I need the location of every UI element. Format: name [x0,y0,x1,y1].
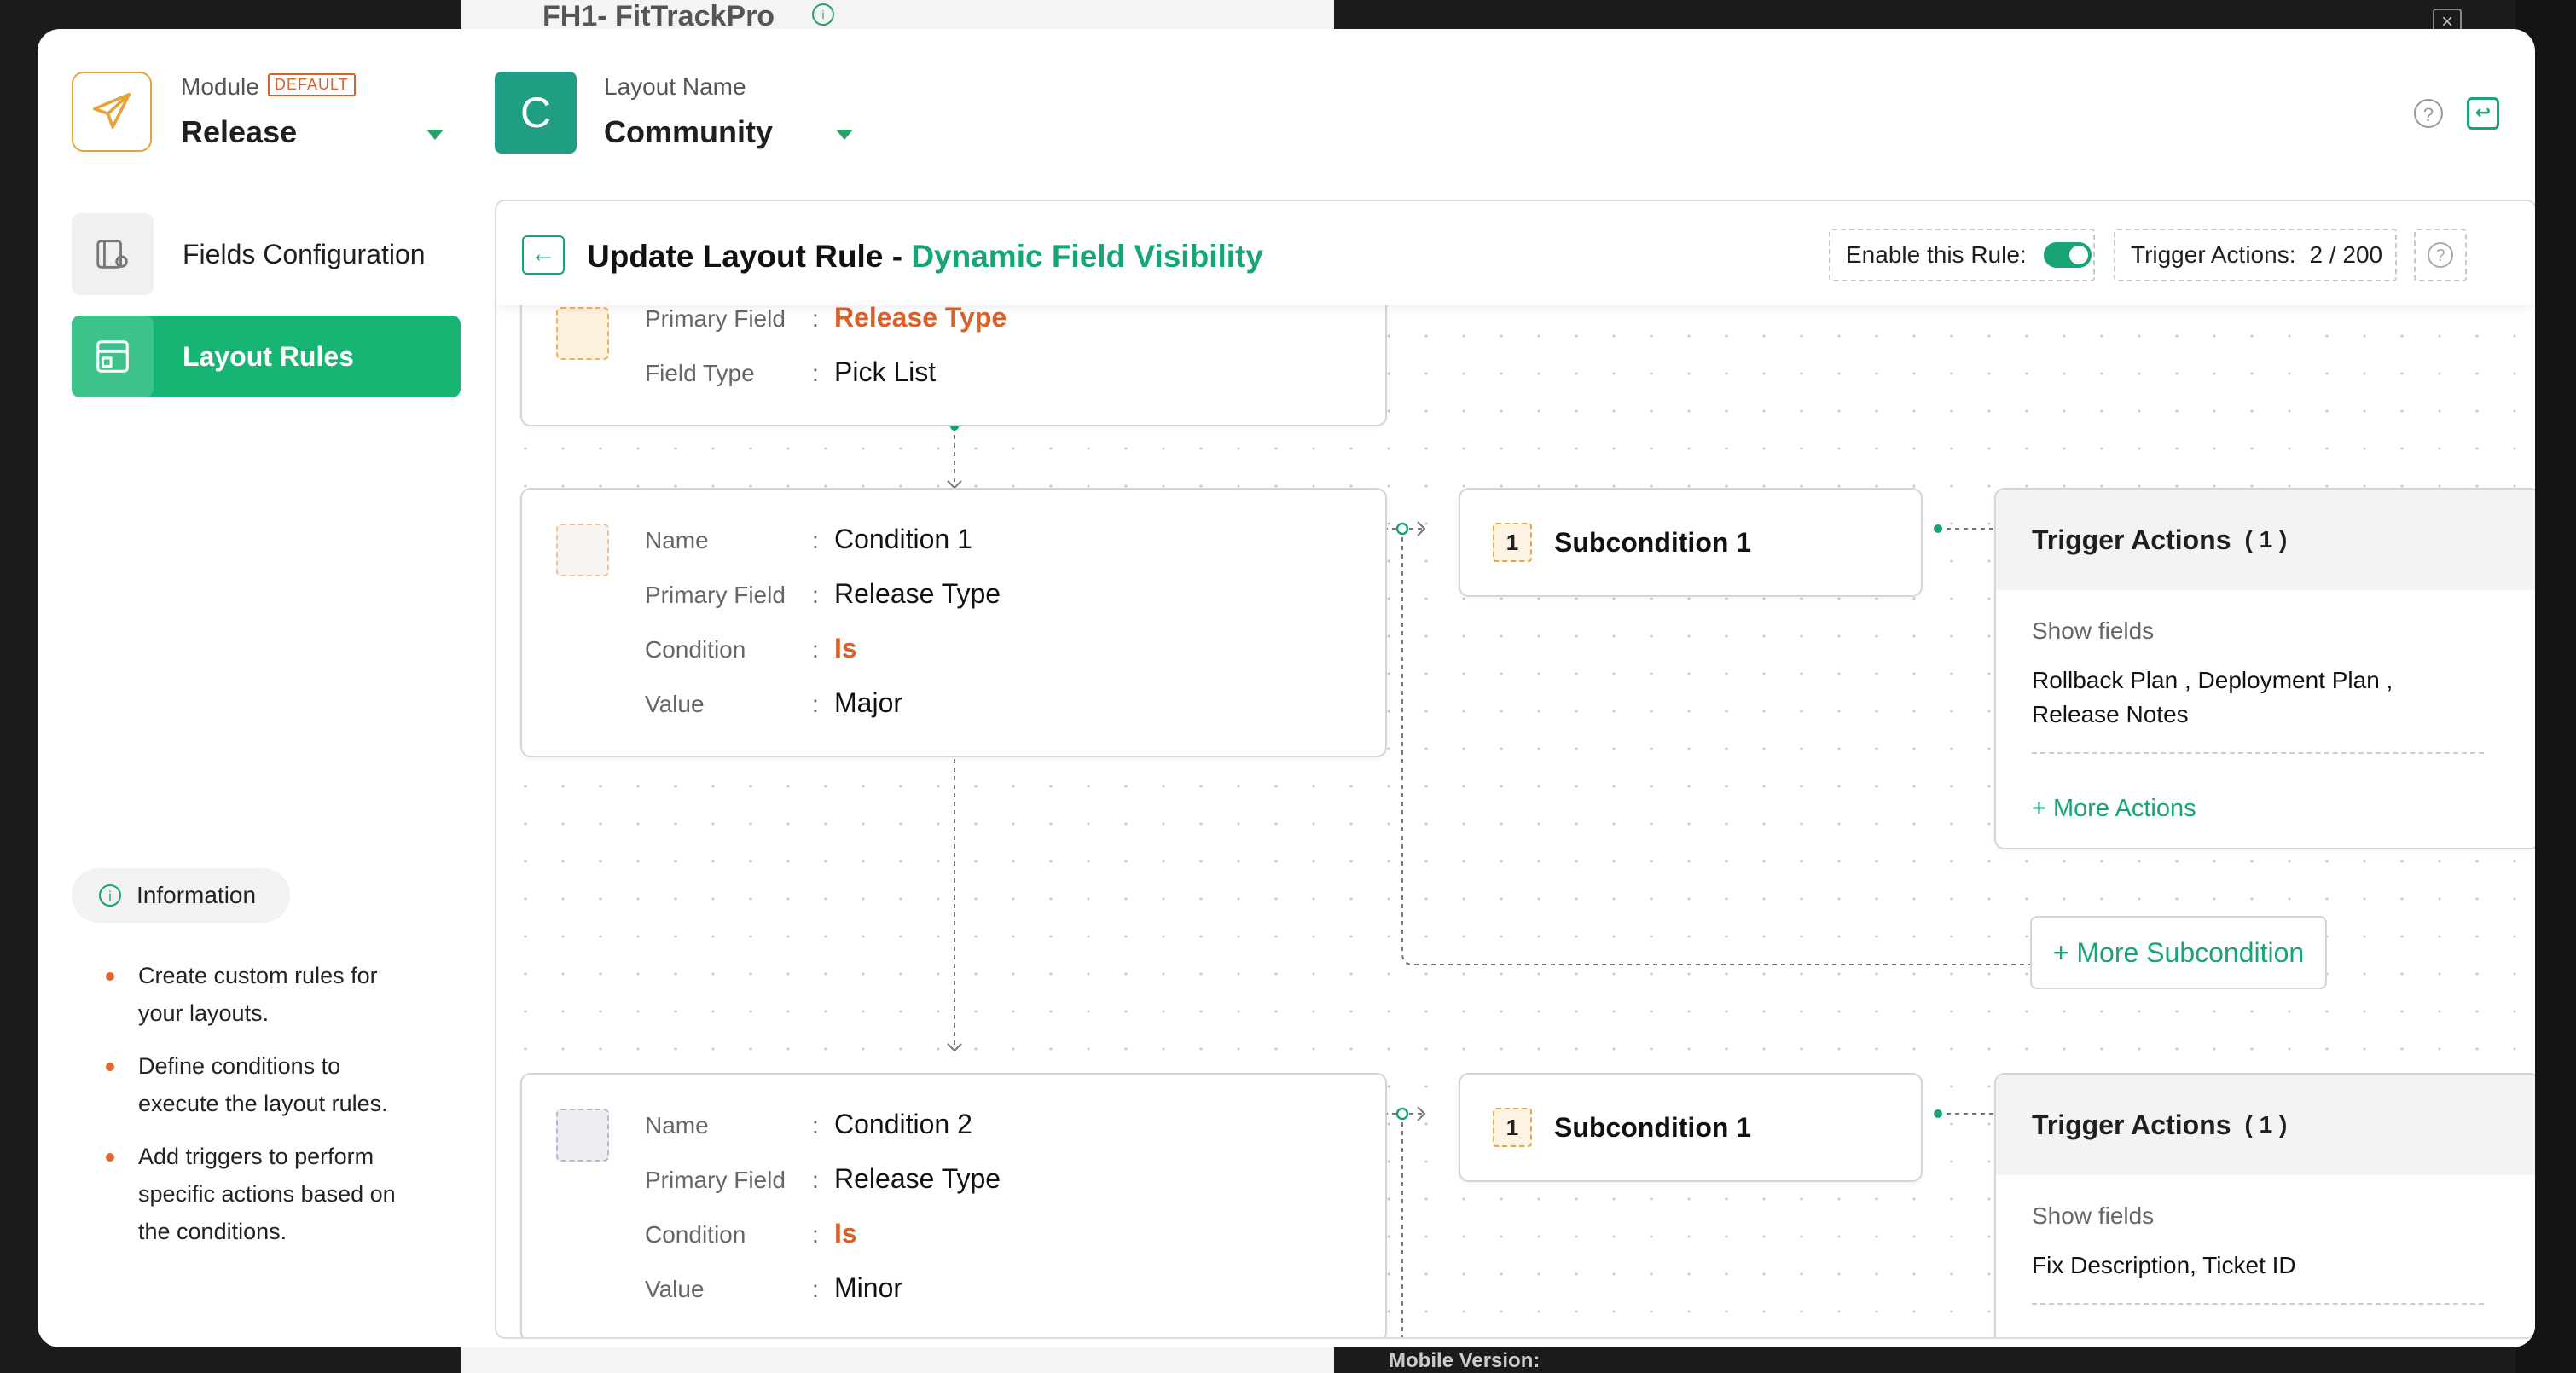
subcondition-number: 1 [1493,1108,1532,1147]
condition-value: Major [834,687,903,718]
enable-rule-label: Enable this Rule: [1846,241,2027,268]
subcondition-card[interactable]: 1 Subcondition 1 [1459,1073,1923,1182]
condition-row: Condition: Is [645,1218,857,1248]
module-label: Module [181,73,259,100]
divider [2032,1303,2484,1305]
trigger-actions-title: Trigger Actions [2032,524,2231,555]
trigger-actions-count: ( 1 ) [2244,1111,2288,1138]
condition-value: Release Type [834,1163,1001,1194]
information-title: Information [136,882,257,908]
field-value: Release Type [834,302,1007,333]
help-button[interactable]: ? [2414,229,2467,281]
condition-key: Name [645,527,709,553]
information-list: Create custom rules for your layouts. De… [104,957,411,1266]
condition-key: Value [645,1276,705,1302]
trigger-actions-header: Trigger Actions ( 1 ) [1996,1075,2535,1175]
field-key: Primary Field [645,305,786,332]
help-icon[interactable]: ? [2414,99,2443,128]
condition-swatch [556,524,609,576]
condition-key: Value [645,691,705,717]
more-subcondition-button[interactable]: + More Subcondition [2030,916,2327,989]
trigger-action-type: Show fields [2032,1202,2155,1229]
enable-rule-control: Enable this Rule: [1829,229,2095,281]
rule-editor-header: ← Update Layout Rule - Dynamic Field Vis… [496,201,2535,305]
condition-key: Primary Field [645,582,786,608]
info-icon: i [99,884,121,907]
condition-card-2[interactable]: Name: Condition 2 Primary Field: Release T… [520,1073,1387,1337]
help-icon: ? [2428,242,2453,268]
condition-value: Condition 2 [834,1109,972,1139]
trigger-actions-count: ( 1 ) [2244,526,2288,553]
condition-row: Value: Minor [645,1272,903,1303]
back-arrow-button[interactable]: ← [522,235,565,275]
condition-key: Condition [645,1221,746,1248]
trigger-action-type: Show fields [2032,617,2155,644]
condition-key: Condition [645,636,746,663]
trigger-actions-card[interactable]: Trigger Actions ( 1 ) Show fields Fix De… [1994,1073,2535,1337]
condition-value: Is [834,633,857,663]
condition-row: Name: Condition 1 [645,524,972,554]
field-swatch [556,307,609,360]
paper-plane-icon [72,72,152,152]
field-value: Pick List [834,356,937,387]
condition-row: Value: Major [645,687,903,718]
page-title: Update Layout Rule - Dynamic Field Visib… [587,239,1263,275]
list-item: Define conditions to execute the layout … [104,1047,411,1122]
subcondition-name: Subcondition 1 [1554,1111,1752,1143]
layout-avatar: C [495,72,577,154]
condition-swatch [556,1109,609,1162]
layout-rules-modal: Module DEFAULT Release C Layout Name Com… [38,29,2535,1347]
information-header: i Information [72,868,290,923]
fields-config-icon [72,213,154,295]
default-badge: DEFAULT [268,73,356,96]
field-key: Field Type [645,360,755,386]
layout-name-label: Layout Name [604,73,746,100]
exit-icon[interactable]: ↩ [2467,97,2499,130]
condition-value: Release Type [834,578,1001,609]
title-prefix: Update Layout Rule - [587,239,912,274]
condition-key: Primary Field [645,1167,786,1193]
list-item: Add triggers to perform specific actions… [104,1138,411,1250]
sidebar-item-layout-rules[interactable]: Layout Rules [72,316,461,397]
subcondition-card[interactable]: 1 Subcondition 1 [1459,488,1923,597]
trigger-actions-title: Trigger Actions [2032,1109,2231,1140]
enable-rule-toggle[interactable] [2043,242,2092,268]
layout-select[interactable]: Community [604,114,773,150]
field-row: Field Type: Pick List [645,356,937,387]
condition-value: Condition 1 [834,524,972,554]
condition-key: Name [645,1112,709,1138]
list-item: Create custom rules for your layouts. [104,957,411,1032]
sidebar-item-label: Layout Rules [183,340,354,372]
trigger-actions-count: 2 / 200 [2309,241,2383,268]
more-actions-link[interactable]: + More Actions [2032,795,2503,823]
layout-dropdown-icon[interactable] [836,130,853,140]
trigger-actions-label: Trigger Actions: [2131,241,2296,268]
condition-value: Minor [834,1272,903,1303]
subcondition-name: Subcondition 1 [1554,526,1752,558]
condition-row: Name: Condition 2 [645,1109,972,1139]
module-dropdown-icon[interactable] [426,130,444,140]
trigger-action-fields: Rollback Plan , Deployment Plan , Releas… [2032,667,2393,727]
rule-name: Dynamic Field Visibility [911,239,1263,274]
info-icon: i [812,3,834,26]
field-row: Primary Field: Release Type [645,302,1007,333]
condition-row: Primary Field: Release Type [645,578,1001,609]
trigger-action-fields: Fix Description, Ticket ID [2032,1252,2296,1278]
rule-editor-panel: ← Update Layout Rule - Dynamic Field Vis… [495,200,2535,1339]
layout-rules-icon [72,316,154,397]
flow-canvas[interactable]: Primary Field: Release Type Field Type: Pi… [496,271,2535,1337]
trigger-actions-header: Trigger Actions ( 1 ) [1996,490,2535,590]
subcondition-number: 1 [1493,523,1532,562]
condition-row: Condition: Is [645,633,857,663]
sidebar-item-label: Fields Configuration [183,238,426,269]
trigger-actions-counter: Trigger Actions: 2 / 200 [2114,229,2397,281]
mobile-version-label: Mobile Version: [1389,1349,1540,1372]
condition-row: Primary Field: Release Type [645,1163,1001,1194]
condition-card-1[interactable]: Name: Condition 1 Primary Field: Release T… [520,488,1387,757]
condition-value: Is [834,1218,857,1248]
sidebar-item-fields-configuration[interactable]: Fields Configuration [72,213,461,295]
module-select[interactable]: Release [181,114,297,150]
trigger-actions-card[interactable]: Trigger Actions ( 1 ) Show fields Rollba… [1994,488,2535,849]
divider [2032,752,2484,754]
